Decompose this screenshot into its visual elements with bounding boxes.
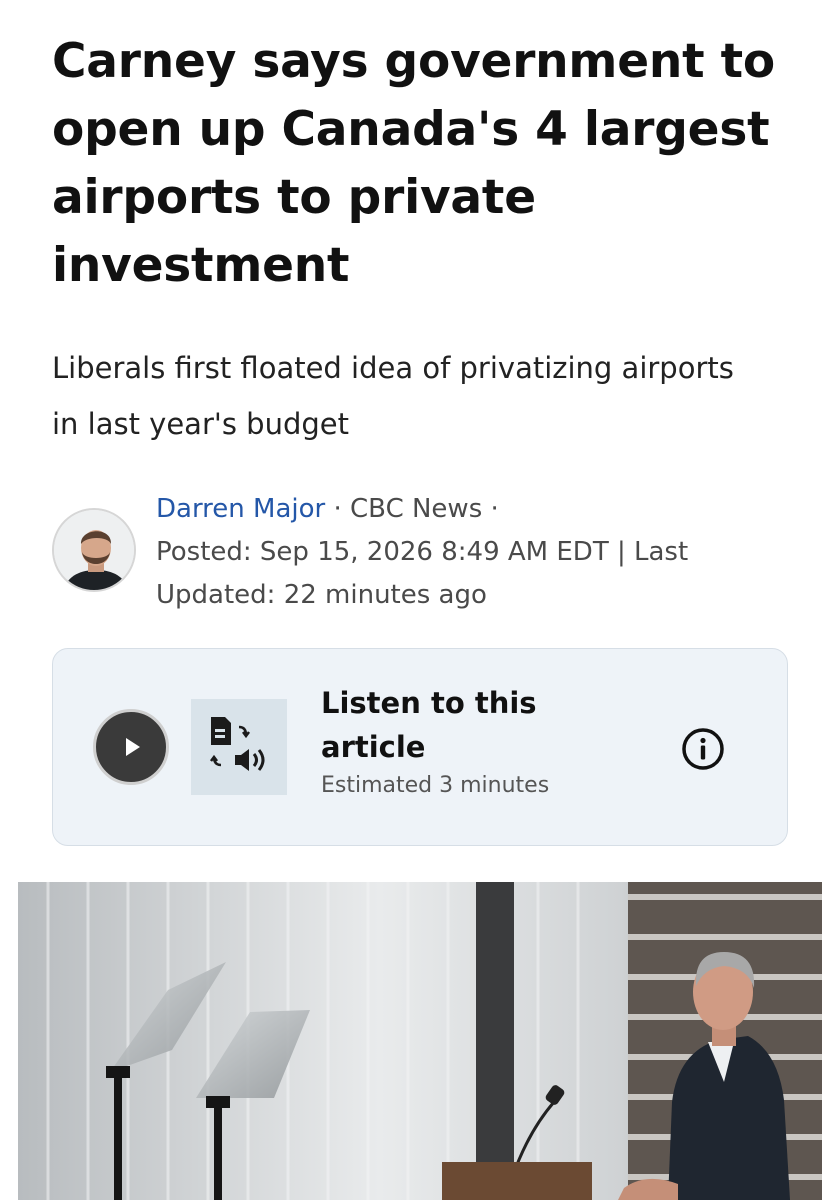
info-icon [682,728,724,770]
play-icon [126,738,140,756]
listen-title: Listen to this article [321,686,537,764]
byline: Darren Major · CBC News · Posted: Sep 15… [52,482,812,612]
article-hero-image[interactable] [18,882,822,1200]
post-timestamp: Posted: Sep 15, 2026 8:49 AM EDT | Last … [156,537,689,610]
author-link[interactable]: Darren Major [156,494,325,524]
author-avatar[interactable] [52,508,136,592]
text-to-speech-icon [191,699,287,795]
byline-separator: · [325,494,351,524]
byline-separator-trailing: · [482,494,499,524]
byline-details: Darren Major · CBC News · Posted: Sep 15… [156,488,796,617]
info-button[interactable] [681,727,725,771]
outlet-name: CBC News [350,494,483,524]
listen-duration: Estimated 3 minutes [321,773,550,798]
article-subheadline: Liberals first floated idea of privatizi… [52,351,734,441]
play-button[interactable] [93,709,169,785]
listen-to-article-card: Listen to this article Estimated 3 minut… [52,648,788,846]
article-headline: Carney says government to open up Canada… [52,34,775,293]
